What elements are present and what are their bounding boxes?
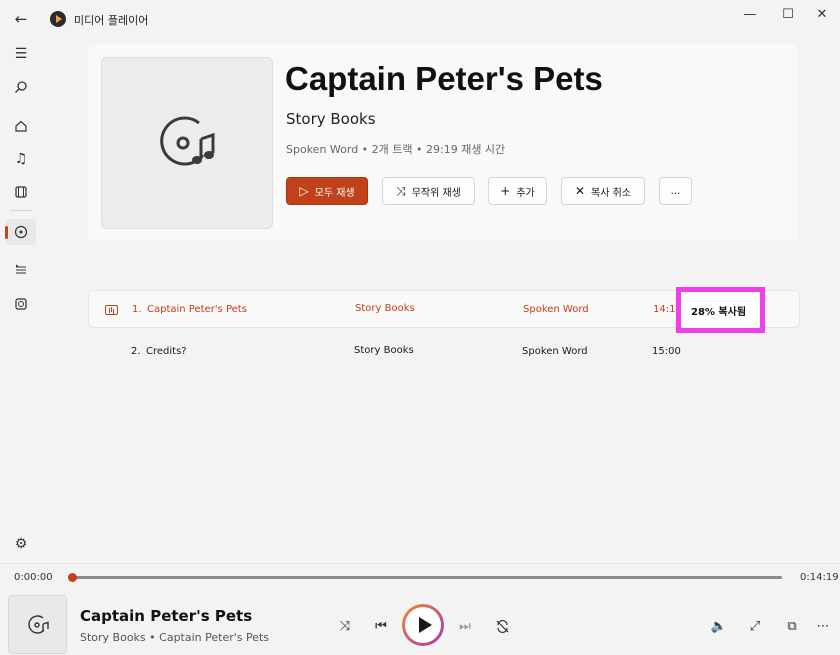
track-genre: Spoken Word xyxy=(523,304,589,315)
track-genre: Spoken Word xyxy=(522,346,588,357)
album-title: Captain Peter's Pets xyxy=(285,60,603,97)
play-all-button[interactable]: ▷ 모두 재생 xyxy=(286,177,368,205)
repeat-toggle-icon[interactable] xyxy=(489,614,515,638)
elapsed-time: 0:00:00 xyxy=(14,572,53,583)
add-label: 추가 xyxy=(516,187,535,199)
music-disc-icon xyxy=(160,116,215,166)
track-title: Captain Peter's Pets xyxy=(147,304,247,315)
play-queue-disc-icon[interactable] xyxy=(5,219,36,245)
album-cover xyxy=(101,57,273,229)
fullscreen-icon[interactable]: ⤢ xyxy=(742,614,768,638)
play-all-label: 모두 재생 xyxy=(314,187,355,199)
hamburger-menu-icon[interactable]: ☰ xyxy=(6,41,36,67)
shuffle-icon: ⤨ xyxy=(396,183,406,198)
minimize-icon[interactable]: — xyxy=(734,6,766,24)
maximize-icon[interactable]: ☐ xyxy=(772,6,804,24)
track-row[interactable]: 2. Credits? Story Books Spoken Word 15:0… xyxy=(88,333,800,371)
total-time: 0:14:19 xyxy=(800,572,839,583)
mini-player-icon[interactable]: ⧉ xyxy=(779,614,805,638)
optical-disc-icon[interactable] xyxy=(6,291,36,317)
volume-icon[interactable]: 🔈 xyxy=(706,614,732,638)
close-icon[interactable]: ✕ xyxy=(806,6,838,24)
media-player-logo-icon xyxy=(50,11,66,27)
cancel-copy-label: 복사 취소 xyxy=(591,187,632,199)
back-arrow-icon[interactable]: ← xyxy=(8,8,34,30)
more-icon: … xyxy=(670,185,681,197)
title-bar: ← 미디어 플레이어 — ☐ ✕ xyxy=(0,0,840,36)
track-duration: 15:00 xyxy=(652,346,681,357)
now-playing-equalizer-icon xyxy=(105,305,118,315)
music-disc-icon xyxy=(28,615,49,634)
copy-progress-badge: 28% 복사됨 xyxy=(676,287,765,333)
playlists-icon[interactable] xyxy=(6,257,36,283)
shuffle-toggle-icon[interactable]: ⤨ xyxy=(332,614,358,638)
search-icon[interactable] xyxy=(6,74,36,100)
now-playing-title: Captain Peter's Pets xyxy=(80,607,253,625)
play-button[interactable] xyxy=(402,604,444,646)
home-icon[interactable] xyxy=(6,113,36,139)
album-artist[interactable]: Story Books xyxy=(286,110,376,128)
settings-gear-icon[interactable]: ⚙ xyxy=(6,531,36,557)
add-button[interactable]: + 추가 xyxy=(488,177,547,205)
track-number: 1. xyxy=(132,304,142,315)
album-meta: Spoken Word • 2개 트랙 • 29:19 재생 시간 xyxy=(286,143,506,156)
more-options-button[interactable]: … xyxy=(659,177,692,205)
track-artist[interactable]: Story Books xyxy=(355,303,415,314)
x-icon: ✕ xyxy=(574,184,586,198)
app-title: 미디어 플레이어 xyxy=(74,14,149,27)
video-library-icon[interactable] xyxy=(6,179,36,205)
plus-icon: + xyxy=(500,184,511,198)
shuffle-button[interactable]: ⤨ 무작위 재생 xyxy=(382,177,475,205)
sidebar-divider xyxy=(10,210,32,211)
seek-bar[interactable] xyxy=(75,576,782,579)
shuffle-label: 무작위 재생 xyxy=(411,187,461,199)
track-number: 2. xyxy=(131,346,141,357)
track-artist[interactable]: Story Books xyxy=(354,345,414,356)
previous-track-icon[interactable]: ⏮ xyxy=(368,614,394,638)
play-icon xyxy=(405,607,441,643)
more-options-icon[interactable]: ⋯ xyxy=(810,614,836,638)
play-outline-icon: ▷ xyxy=(299,184,309,198)
music-library-icon[interactable]: ♫ xyxy=(6,146,36,172)
now-playing-subtitle: Story Books • Captain Peter's Pets xyxy=(80,631,270,644)
seek-thumb[interactable] xyxy=(68,573,77,582)
track-title: Credits? xyxy=(146,346,187,357)
now-playing-art[interactable] xyxy=(8,595,67,654)
next-track-icon[interactable]: ⏭ xyxy=(452,614,478,638)
cancel-copy-button[interactable]: ✕ 복사 취소 xyxy=(561,177,645,205)
